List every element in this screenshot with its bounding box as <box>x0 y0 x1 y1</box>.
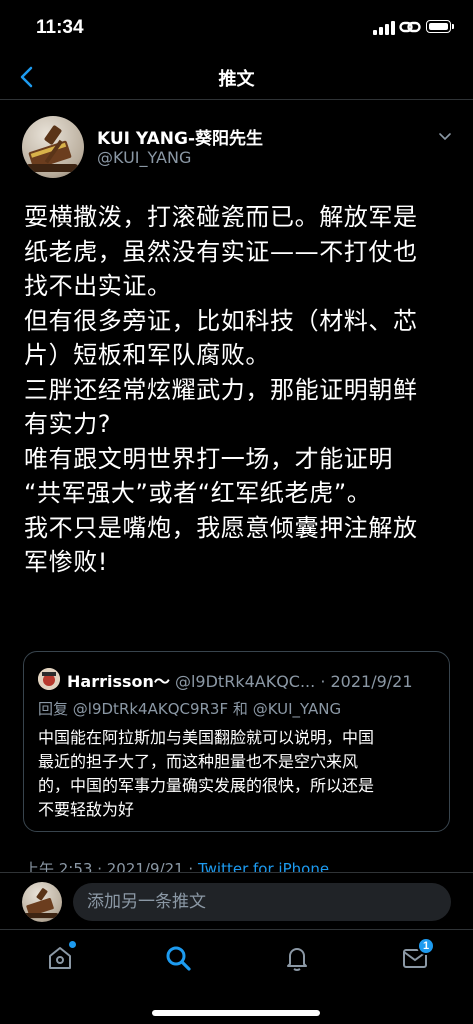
reply-mention: @l9DtRk4AKQC9R3F <box>72 700 229 718</box>
home-indicator <box>152 1010 320 1016</box>
tweet-line: 找不出实证。 <box>24 272 172 300</box>
quoted-line: 最近的担子大了，而这种胆量也不是空穴来风 <box>38 752 359 771</box>
quoted-line: 不要轻敌为好 <box>38 800 135 819</box>
quoted-text: 中国能在阿拉斯加与美国翻脸就可以说明，中国 最近的担子大了，而这种胆量也不是空穴… <box>38 726 443 822</box>
search-icon <box>166 946 191 971</box>
tab-notifications[interactable] <box>282 943 312 973</box>
tweet-line: 但有很多旁证，比如科技（材料、芯 <box>24 306 418 335</box>
cellular-signal-icon <box>373 21 395 35</box>
tweet-line: 三胖还经常炫耀武力，那能证明朝鲜 <box>24 375 418 404</box>
reply-and: 和 <box>232 700 248 718</box>
chevron-down-icon[interactable] <box>437 128 453 144</box>
quoted-author-handle: @l9DtRk4AKQC... <box>174 672 316 691</box>
tweet-line: 纸老虎，虽然没有实证——不打仗也 <box>24 237 418 266</box>
tweet-line: 耍横撒泼，打滚碰瓷而已。解放军是 <box>24 203 418 231</box>
status-bar: 11:34 <box>0 0 473 56</box>
tweet-line: 军惨败! <box>24 548 109 576</box>
author-name[interactable]: KUI YANG-葵阳先生 <box>97 124 263 149</box>
tweet-line: “共军强大”或者“红军纸老虎”。 <box>24 479 372 507</box>
tweet-line: 有实力? <box>24 410 112 438</box>
reply-prefix: 回复 <box>38 700 69 718</box>
author-handle[interactable]: @KUI_YANG <box>97 148 191 167</box>
tweet-text: 耍横撒泼，打滚碰瓷而已。解放军是 纸老虎，虽然没有实证——不打仗也 找不出实证。… <box>24 200 454 580</box>
tweet-line: 片）短板和军队腐败。 <box>24 341 270 369</box>
quoted-author-avatar <box>38 668 60 690</box>
tab-home[interactable] <box>45 941 76 973</box>
quoted-header: Harrisson～ @l9DtRk4AKQC... · 2021/9/21 <box>67 668 413 692</box>
link-icon <box>399 18 421 36</box>
tab-search[interactable] <box>163 943 193 973</box>
battery-icon <box>426 20 454 33</box>
quoted-tweet[interactable]: Harrisson～ @l9DtRk4AKQC... · 2021/9/21 回… <box>23 651 450 832</box>
reply-composer <box>0 872 473 928</box>
tweet-line: 唯有跟文明世界打一场，才能证明 <box>24 444 393 473</box>
user-avatar[interactable] <box>22 882 62 922</box>
quoted-date: · 2021/9/21 <box>320 672 413 691</box>
quoted-line: 的，中国的军事力量确实发展的很快，所以还是 <box>38 776 375 795</box>
tab-messages[interactable]: 1 <box>400 937 435 973</box>
quoted-author-name: Harrisson～ <box>67 672 170 691</box>
page-title: 推文 <box>218 69 255 90</box>
author-avatar[interactable] <box>22 116 84 178</box>
quoted-reply-to: 回复 @l9DtRk4AKQC9R3F 和 @KUI_YANG <box>38 698 341 719</box>
messages-badge: 1 <box>417 937 435 955</box>
nav-bar: 推文 <box>0 56 473 100</box>
quoted-line: 中国能在阿拉斯加与美国翻脸就可以说明，中国 <box>38 728 375 747</box>
new-content-dot <box>69 941 76 948</box>
reply-mention: @KUI_YANG <box>252 700 342 718</box>
tab-bar: 1 <box>0 929 473 1024</box>
reply-input[interactable] <box>73 883 451 921</box>
bell-icon <box>287 948 307 971</box>
tweet-line: 我不只是嘴炮，我愿意倾囊押注解放 <box>24 513 418 542</box>
status-time: 11:34 <box>36 17 84 38</box>
